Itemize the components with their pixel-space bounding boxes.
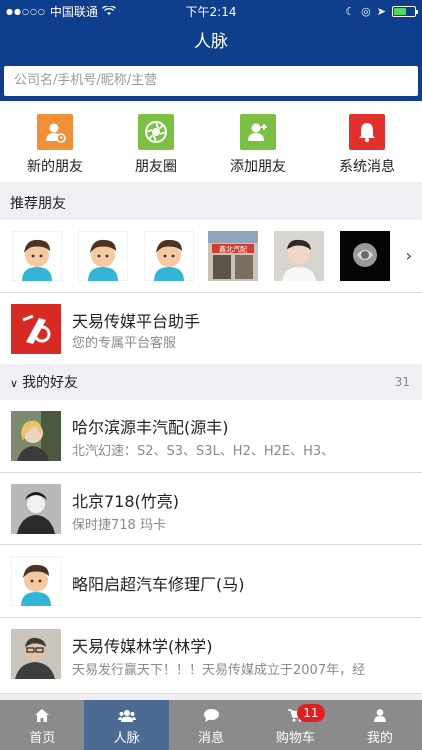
assistant-name: 天易传媒平台助手 — [72, 312, 201, 331]
list-item[interactable]: 略阳启超汽车修理厂(马) — [0, 545, 422, 618]
avatar — [11, 629, 61, 679]
battery-icon — [392, 5, 418, 17]
list-item[interactable]: 哈尔滨源丰汽配(源丰) 北汽幻速：S2、S3、S3L、H2、H2E、H3、 — [0, 400, 422, 473]
user-icon — [338, 709, 422, 723]
search-input[interactable]: 公司名/手机号/昵称/主营 — [4, 66, 418, 96]
cart-icon — [253, 709, 337, 723]
home-icon — [0, 709, 84, 723]
friends-section-header[interactable]: ∨ 我的好友 31 — [0, 364, 422, 400]
friends-count: 31 — [394, 375, 410, 389]
add-friend-icon — [240, 114, 276, 150]
recommended-avatar-storefront[interactable]: 鑫北汽配 — [208, 231, 258, 281]
system-messages-button[interactable]: 系统消息 — [317, 114, 417, 176]
add-friend-button[interactable]: 添加朋友 — [208, 114, 308, 176]
list-item[interactable]: 北京718(竹亮) 保时捷718 玛卡 — [0, 473, 422, 545]
recommended-avatar[interactable] — [77, 230, 129, 282]
recommended-avatar[interactable] — [143, 230, 195, 282]
storefront-sign: 鑫北汽配 — [219, 245, 247, 254]
quick-actions: 新的朋友 朋友圈 添加朋友 系统消息 — [0, 101, 422, 182]
moments-icon — [138, 114, 174, 150]
recommended-avatar[interactable] — [11, 230, 63, 282]
moments-button[interactable]: 朋友圈 — [106, 114, 206, 176]
platform-assistant-row[interactable]: 天易传媒平台助手 您的专属平台客服 — [0, 293, 422, 364]
header: ●●○○○ 中国联通 下午2:14 ☾ ◎ ➤ 人脉 公司名/手机号/昵称/主营 — [0, 0, 422, 101]
avatar — [11, 484, 61, 534]
recommended-section-header: 推荐朋友 — [0, 186, 422, 220]
assistant-subtitle: 您的专属平台客服 — [72, 336, 177, 351]
recommended-title: 推荐朋友 — [10, 196, 66, 212]
tab-messages[interactable]: 消息 — [169, 700, 253, 750]
recommended-friends: 鑫北汽配 › — [0, 220, 422, 293]
tab-home[interactable]: 首页 — [0, 700, 84, 750]
tab-me[interactable]: 我的 — [338, 700, 422, 750]
page-title: 人脉 — [194, 32, 228, 52]
new-friends-button[interactable]: 新的朋友 — [5, 114, 105, 176]
chevron-right-icon[interactable]: › — [406, 246, 412, 265]
tab-cart[interactable]: 购物车 11 — [253, 700, 337, 750]
recommended-avatar-photo[interactable] — [274, 231, 324, 281]
contacts-icon — [84, 709, 168, 723]
bell-icon — [349, 114, 385, 150]
list-item[interactable]: 天易传媒林学(林学) 天易发行赢天下！！！天易传媒成立于2007年，经 — [0, 618, 422, 694]
tab-bar: 首页 人脉 消息 购物车 11 我的 — [0, 700, 422, 750]
chat-icon — [169, 709, 253, 723]
cart-badge: 11 — [297, 704, 325, 722]
avatar — [11, 411, 61, 461]
tab-contacts[interactable]: 人脉 — [84, 700, 169, 750]
avatar — [11, 556, 61, 606]
recommended-avatar-rose[interactable] — [340, 231, 390, 281]
status-bar: ●●○○○ 中国联通 下午2:14 ☾ ◎ ➤ — [0, 0, 422, 22]
friends-title: 我的好友 — [22, 375, 79, 391]
chevron-down-icon: ∨ — [10, 377, 19, 390]
assistant-logo — [11, 304, 61, 354]
new-friend-icon — [37, 114, 73, 150]
status-time: 下午2:14 — [185, 4, 237, 19]
